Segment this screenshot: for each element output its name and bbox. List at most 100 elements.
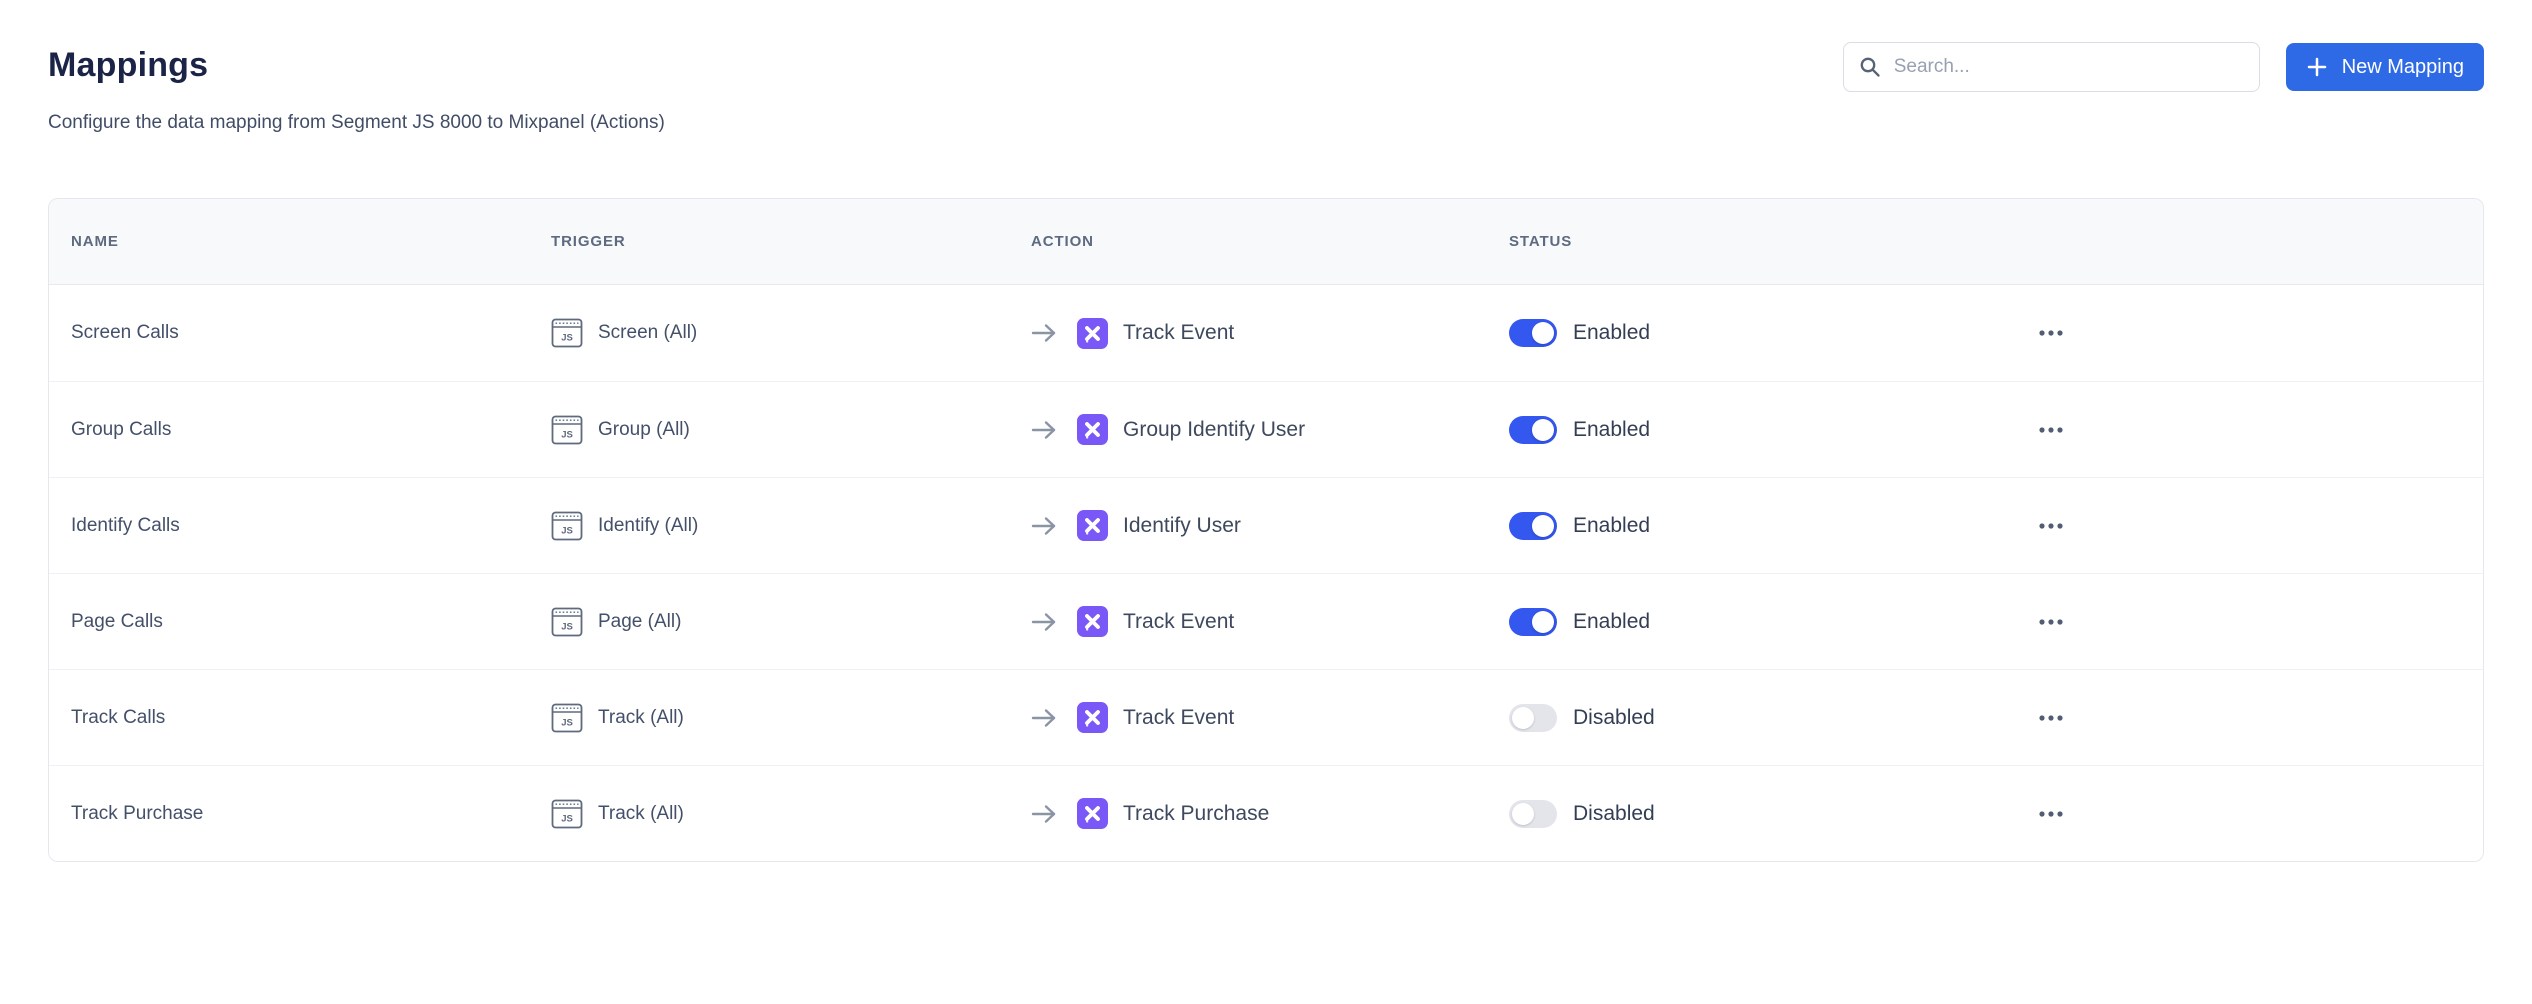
table-header-row: NAME TRIGGER ACTION STATUS [49, 199, 2483, 285]
mapping-name: Group Calls [49, 419, 529, 441]
toggle-knob [1532, 322, 1554, 344]
status-cell: Enabled [1487, 608, 2013, 636]
action-cell: Group Identify User [1009, 414, 1487, 445]
svg-text:JS: JS [561, 525, 573, 536]
action-cell: Identify User [1009, 510, 1487, 541]
row-menu-button[interactable] [2035, 707, 2069, 729]
arrow-right-icon [1031, 515, 1058, 537]
column-header-action: ACTION [1009, 233, 1487, 250]
svg-text:JS: JS [561, 333, 573, 344]
trigger-label: Screen (All) [598, 322, 697, 344]
plus-icon [2306, 56, 2328, 78]
column-header-status: STATUS [1487, 233, 2013, 250]
mapping-name: Page Calls [49, 611, 529, 633]
action-cell: Track Event [1009, 606, 1487, 637]
trigger-cell: JS Page (All) [529, 606, 1009, 638]
trigger-cell: JS Group (All) [529, 414, 1009, 446]
table-row: Track Purchase JS Track (All) [49, 765, 2483, 861]
mapping-name: Track Calls [49, 707, 529, 729]
svg-text:JS: JS [561, 717, 573, 728]
row-menu-button[interactable] [2035, 803, 2069, 825]
js-source-icon: JS [551, 510, 583, 542]
status-toggle[interactable] [1509, 704, 1557, 732]
trigger-label: Track (All) [598, 803, 684, 825]
arrow-right-icon [1031, 803, 1058, 825]
mixpanel-icon [1077, 798, 1108, 829]
mapping-name: Screen Calls [49, 322, 529, 344]
toggle-knob [1532, 419, 1554, 441]
mixpanel-icon [1077, 510, 1108, 541]
table-body: Screen Calls JS Screen (All) [49, 285, 2483, 861]
table-row: Identify Calls JS Identify (All) [49, 477, 2483, 573]
status-toggle[interactable] [1509, 319, 1557, 347]
status-label: Enabled [1573, 610, 1650, 634]
new-mapping-button[interactable]: New Mapping [2286, 43, 2484, 91]
table-row: Track Calls JS Track (All) [49, 669, 2483, 765]
menu-cell [2013, 611, 2483, 633]
action-cell: Track Event [1009, 702, 1487, 733]
toggle-knob [1512, 803, 1534, 825]
action-label: Track Event [1123, 321, 1234, 345]
row-menu-button[interactable] [2035, 515, 2069, 537]
search-box[interactable] [1843, 42, 2260, 92]
menu-cell [2013, 322, 2483, 344]
status-label: Enabled [1573, 514, 1650, 538]
trigger-cell: JS Track (All) [529, 798, 1009, 830]
toggle-knob [1532, 515, 1554, 537]
status-label: Disabled [1573, 706, 1655, 730]
search-icon [1858, 55, 1882, 79]
svg-text:JS: JS [561, 429, 573, 440]
status-cell: Disabled [1487, 704, 2013, 732]
mixpanel-icon [1077, 414, 1108, 445]
svg-text:JS: JS [561, 813, 573, 824]
status-label: Enabled [1573, 418, 1650, 442]
toggle-knob [1512, 707, 1534, 729]
trigger-cell: JS Track (All) [529, 702, 1009, 734]
js-source-icon: JS [551, 317, 583, 349]
column-header-name: NAME [49, 233, 529, 250]
action-label: Track Event [1123, 706, 1234, 730]
status-toggle[interactable] [1509, 416, 1557, 444]
action-label: Track Purchase [1123, 802, 1269, 826]
trigger-label: Track (All) [598, 707, 684, 729]
js-source-icon: JS [551, 414, 583, 446]
trigger-label: Group (All) [598, 419, 690, 441]
status-toggle[interactable] [1509, 512, 1557, 540]
status-cell: Enabled [1487, 416, 2013, 444]
table-row: Group Calls JS Group (All) [49, 381, 2483, 477]
status-cell: Enabled [1487, 319, 2013, 347]
status-label: Enabled [1573, 321, 1650, 345]
status-cell: Disabled [1487, 800, 2013, 828]
js-source-icon: JS [551, 606, 583, 638]
mapping-name: Identify Calls [49, 515, 529, 537]
js-source-icon: JS [551, 702, 583, 734]
trigger-label: Page (All) [598, 611, 681, 633]
column-header-trigger: TRIGGER [529, 233, 1009, 250]
trigger-label: Identify (All) [598, 515, 698, 537]
page-subtitle: Configure the data mapping from Segment … [48, 112, 2484, 134]
row-menu-button[interactable] [2035, 611, 2069, 633]
row-menu-button[interactable] [2035, 419, 2069, 441]
arrow-right-icon [1031, 611, 1058, 633]
header-actions: New Mapping [1843, 42, 2484, 92]
search-input[interactable] [1894, 56, 2245, 78]
mappings-table: NAME TRIGGER ACTION STATUS Screen Calls … [48, 198, 2484, 862]
toggle-knob [1532, 611, 1554, 633]
menu-cell [2013, 803, 2483, 825]
status-toggle[interactable] [1509, 608, 1557, 636]
arrow-right-icon [1031, 707, 1058, 729]
status-cell: Enabled [1487, 512, 2013, 540]
action-label: Group Identify User [1123, 418, 1305, 442]
menu-cell [2013, 515, 2483, 537]
table-row: Page Calls JS Page (All) [49, 573, 2483, 669]
action-cell: Track Purchase [1009, 798, 1487, 829]
action-cell: Track Event [1009, 318, 1487, 349]
row-menu-button[interactable] [2035, 322, 2069, 344]
arrow-right-icon [1031, 419, 1058, 441]
status-toggle[interactable] [1509, 800, 1557, 828]
trigger-cell: JS Identify (All) [529, 510, 1009, 542]
mapping-name: Track Purchase [49, 803, 529, 825]
menu-cell [2013, 707, 2483, 729]
table-row: Screen Calls JS Screen (All) [49, 285, 2483, 381]
mixpanel-icon [1077, 318, 1108, 349]
